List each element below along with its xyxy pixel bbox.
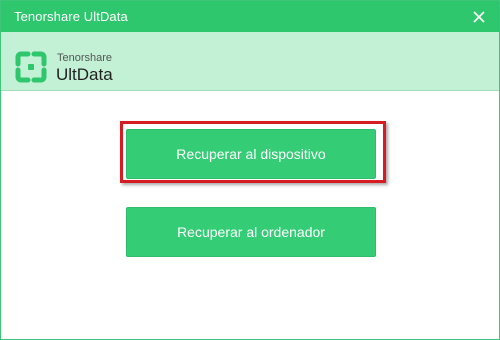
close-button[interactable] — [467, 5, 491, 29]
window-title: Tenorshare UltData — [14, 9, 128, 24]
recover-to-computer-button[interactable]: Recuperar al ordenador — [126, 207, 376, 257]
logo-brand-text: Tenorshare — [57, 52, 113, 64]
highlight-annotation — [120, 121, 386, 183]
logo-product-name: UltData — [56, 65, 113, 84]
title-bar: Tenorshare UltData — [1, 1, 499, 32]
close-icon — [473, 11, 485, 23]
app-window: Tenorshare UltData Tenorshare UltData Re… — [0, 0, 500, 340]
ultdata-logo-icon — [15, 51, 47, 83]
